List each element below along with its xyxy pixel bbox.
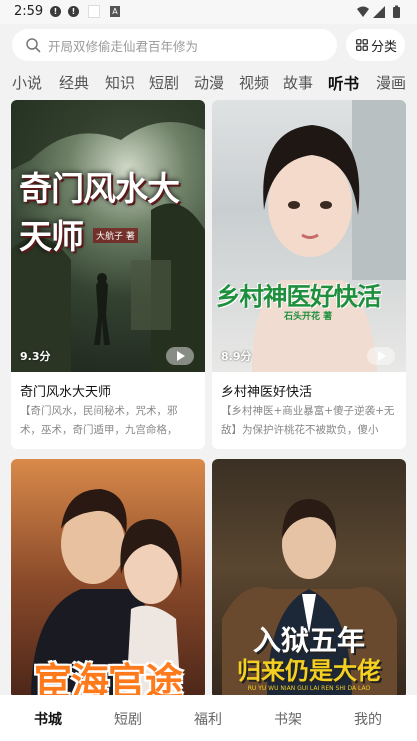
book-card[interactable]: 入狱五年 归来仍是大佬 RU YU WU NIAN GUI LAI REN SH… [212, 459, 406, 699]
book-description: 【乡村神医+商业暴富+傻子逆袭+无敌】为保护许桃花不被欺负，傻小 [221, 405, 395, 436]
tab-short-drama[interactable]: 短剧 [149, 72, 179, 93]
search-icon [26, 38, 41, 53]
notification-icon: ! [50, 6, 61, 17]
search-bar[interactable]: 开局双修偷走仙君百年修为 [12, 29, 337, 61]
book-cover[interactable]: 乡村神医好快活 石头开花 著 8.9分 [212, 100, 406, 372]
book-description: 【奇门风水，民间秘术，咒术，邪术，巫术，奇门遁甲，九宫命格， [20, 405, 178, 436]
book-card[interactable]: 宦海官途 [11, 459, 205, 699]
notification-square-icon [88, 5, 100, 18]
book-title[interactable]: 奇门风水大天师 [20, 381, 111, 400]
wifi-icon [357, 6, 369, 17]
tab-audiobook[interactable]: 听书 [328, 72, 359, 94]
category-tabs: 小说 经典 知识 短剧 动漫 视频 故事 听书 漫画 [0, 68, 417, 96]
cover-title-line2: 归来仍是大佬 [237, 656, 381, 685]
tab-comic[interactable]: 漫画 [376, 72, 406, 93]
signal-icon [373, 6, 385, 18]
cover-title: 奇门风水大天师 [19, 169, 180, 256]
tab-video[interactable]: 视频 [239, 72, 269, 93]
play-icon[interactable] [367, 347, 395, 365]
cover-author: 石头开花 著 [284, 312, 333, 322]
category-button[interactable]: 分类 [346, 29, 405, 61]
play-icon[interactable] [166, 347, 194, 365]
bottom-nav: 书城 短剧 福利 书架 我的 [0, 695, 417, 741]
book-card[interactable]: 乡村神医好快活 石头开花 著 8.9分 乡村神医好快活 【乡村神医+商业暴富+傻… [212, 100, 406, 449]
notification-app-icon: A [110, 6, 120, 17]
book-score: 9.3分 [20, 350, 51, 363]
nav-welfare[interactable]: 福利 [194, 709, 222, 729]
nav-short-drama[interactable]: 短剧 [114, 709, 142, 729]
category-label: 分类 [371, 40, 398, 55]
cover-subtitle: RU YU WU NIAN GUI LAI REN SHI DA LAO [247, 685, 371, 692]
tab-story[interactable]: 故事 [283, 72, 313, 93]
status-time: 2:59 [14, 4, 44, 19]
tab-anime[interactable]: 动漫 [194, 72, 224, 93]
book-cover[interactable]: 奇门风水大天师 大航子 著 9.3分 [11, 100, 205, 372]
search-placeholder: 开局双修偷走仙君百年修为 [48, 39, 199, 54]
notification-icon: ! [68, 6, 79, 17]
grid-icon [356, 39, 368, 51]
cover-title: 乡村神医好快活 [216, 282, 381, 311]
battery-icon [393, 7, 400, 18]
cover-title: 宦海官途 [33, 659, 183, 699]
book-cover[interactable]: 入狱五年 归来仍是大佬 RU YU WU NIAN GUI LAI REN SH… [212, 459, 406, 699]
book-title[interactable]: 乡村神医好快活 [221, 381, 312, 400]
cover-author: 大航子 著 [93, 228, 138, 243]
nav-profile[interactable]: 我的 [354, 709, 382, 729]
tab-knowledge[interactable]: 知识 [105, 72, 135, 93]
nav-bookstore[interactable]: 书城 [34, 709, 62, 729]
status-bar: 2:59 ! ! A [0, 0, 417, 24]
tab-novel[interactable]: 小说 [12, 72, 42, 93]
cover-artwork [252, 100, 406, 372]
system-status-icons [357, 5, 400, 18]
book-score: 8.9分 [221, 350, 252, 363]
book-card[interactable]: 奇门风水大天师 大航子 著 9.3分 奇门风水大天师 【奇门风水，民间秘术，咒术… [11, 100, 205, 449]
nav-bookshelf[interactable]: 书架 [274, 709, 302, 729]
tab-classic[interactable]: 经典 [59, 72, 89, 93]
book-cover[interactable]: 宦海官途 [11, 459, 205, 699]
